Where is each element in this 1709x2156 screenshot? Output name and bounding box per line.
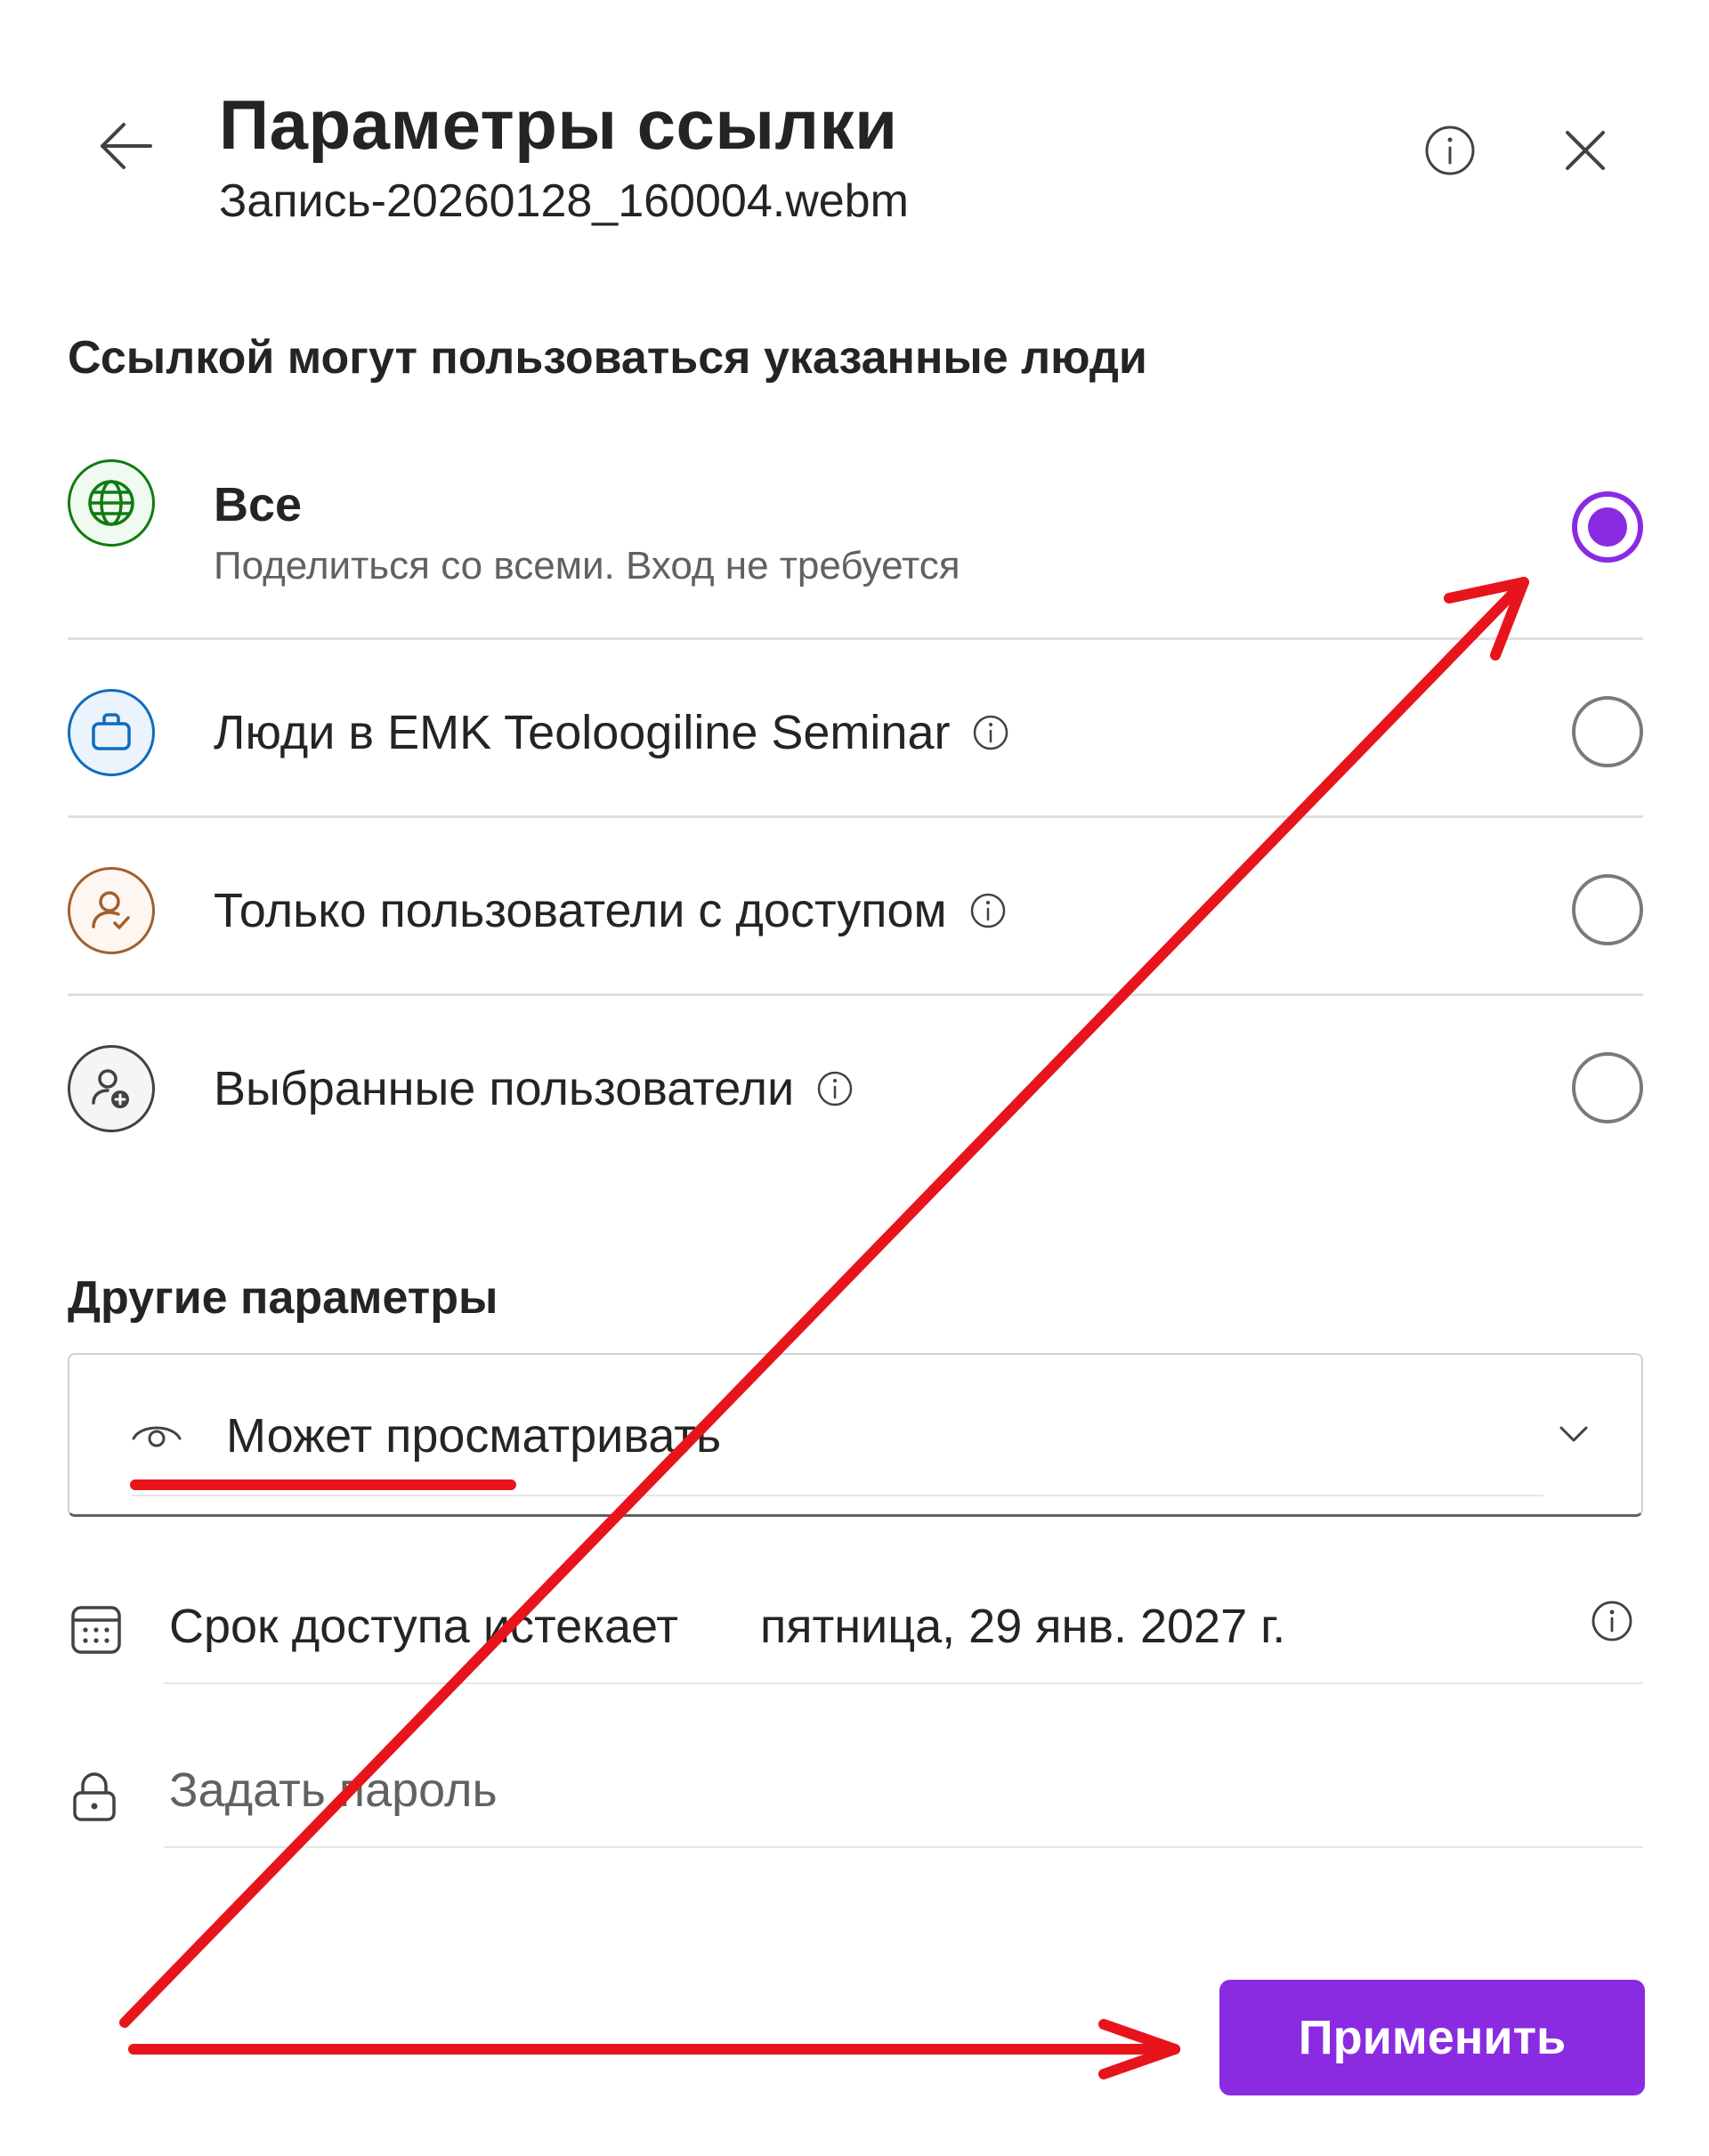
- info-button[interactable]: [1419, 119, 1481, 182]
- password-field[interactable]: Задать пароль: [169, 1761, 498, 1820]
- option-everyone-label: Все: [214, 478, 303, 531]
- option-everyone[interactable]: Все Поделиться со всеми. Вход не требует…: [68, 459, 1643, 593]
- close-icon: [1566, 131, 1605, 170]
- calendar-icon: [68, 1601, 125, 1662]
- other-settings-heading: Другие параметры: [68, 1272, 498, 1324]
- file-name: Запись-20260128_160004.webm: [219, 175, 909, 227]
- option-existing-access[interactable]: Только пользователи с доступом: [68, 862, 1643, 960]
- divider: [68, 993, 1643, 996]
- globe-icon: [68, 459, 155, 547]
- link-scope-heading: Ссылкой могут пользоваться указанные люд…: [68, 332, 1147, 384]
- divider: [68, 815, 1643, 818]
- info-icon: [1425, 126, 1475, 175]
- briefcase-icon: [68, 689, 155, 776]
- permission-value: Может просматривать: [226, 1409, 722, 1463]
- divider: [68, 637, 1643, 640]
- radio-organization[interactable]: [1572, 696, 1643, 767]
- divider: [164, 1846, 1643, 1848]
- option-specific-people[interactable]: Выбранные пользователи: [68, 1040, 1643, 1138]
- dialog-title: Параметры ссылки: [219, 85, 898, 164]
- option-organization[interactable]: Люди в EMK Teoloogiline Seminar: [68, 684, 1643, 782]
- lock-icon: [68, 1768, 121, 1829]
- person-add-icon: [68, 1045, 155, 1132]
- close-button[interactable]: [1554, 119, 1616, 182]
- link-settings-dialog: Параметры ссылки Запись-20260128_160004.…: [0, 0, 1709, 2156]
- back-button[interactable]: [93, 112, 160, 180]
- expiry-label: Срок доступа истекает: [169, 1600, 678, 1653]
- expiry-date-picker[interactable]: пятница, 29 янв. 2027 г.: [760, 1597, 1285, 1656]
- radio-existing-access[interactable]: [1572, 874, 1643, 945]
- option-specific-people-label: Выбранные пользователи: [214, 1062, 795, 1115]
- option-existing-access-label: Только пользователи с доступом: [214, 884, 947, 937]
- radio-everyone[interactable]: [1572, 491, 1643, 563]
- permission-dropdown[interactable]: Может просматривать: [68, 1353, 1643, 1517]
- eye-icon: [128, 1406, 185, 1468]
- info-icon[interactable]: [968, 891, 1008, 930]
- annotation-arrowhead-diagonal: [1444, 577, 1529, 661]
- apply-button[interactable]: Применить: [1219, 1980, 1645, 2095]
- arrow-left-icon: [101, 123, 152, 169]
- option-everyone-description: Поделиться со всеми. Вход не требуется: [214, 544, 960, 588]
- radio-specific-people[interactable]: [1572, 1052, 1643, 1123]
- person-check-icon: [68, 867, 155, 954]
- divider: [164, 1682, 1643, 1684]
- annotation-arrowhead-horizontal: [1098, 2019, 1180, 2079]
- option-organization-label: Люди в EMK Teoloogiline Seminar: [214, 706, 951, 759]
- info-icon[interactable]: [971, 713, 1010, 752]
- info-icon[interactable]: [1590, 1599, 1634, 1648]
- chevron-down-icon: [1552, 1412, 1595, 1459]
- info-icon[interactable]: [815, 1069, 854, 1108]
- dropdown-divider: [132, 1495, 1543, 1496]
